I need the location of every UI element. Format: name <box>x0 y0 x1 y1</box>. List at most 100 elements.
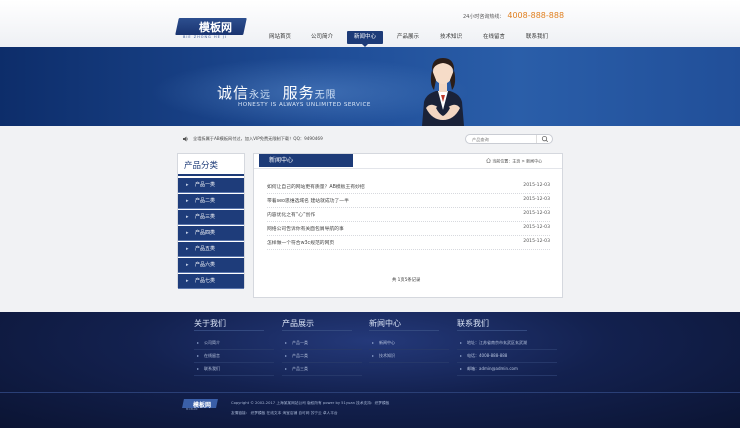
news-item[interactable]: 网络公司告诉你有关面包屑导航的事 2015-12-03 <box>267 222 550 236</box>
arrow-right-icon: ▸ <box>186 182 189 188</box>
nav-about[interactable]: 公司简介 <box>304 31 340 44</box>
footer-bottom: 模板网 MOBAN Copyright © 2002-2017 上海某某网站公司… <box>0 392 740 428</box>
site-footer: 关于我们 ▸ 公司简介 ▸ 在线留言 ▸ 联系我们 产品展示 ▸ 产品一类 ▸ 产品二类 … <box>0 312 740 428</box>
news-date: 2015-12-03 <box>523 211 550 216</box>
news-title[interactable]: 如何让自己的网站更有质量？AB模板王有妙招 <box>267 183 365 190</box>
arrow-right-icon: ▸ <box>285 340 288 345</box>
arrow-right-icon: ▸ <box>186 262 189 268</box>
footer-divider <box>282 330 352 331</box>
sidebar-item-label: 产品七类 <box>195 278 216 284</box>
arrow-right-icon: ▸ <box>186 230 189 236</box>
footer-link[interactable]: ▸ 产品一类 <box>282 338 362 350</box>
slogan-unlimited: 无限 <box>314 90 337 101</box>
news-tab[interactable]: 新闻中心 <box>259 154 353 167</box>
search-icon <box>541 135 549 143</box>
footer-link[interactable]: ▸ 新闻中心 <box>369 338 449 350</box>
sidebar-item-label: 产品一类 <box>195 182 216 188</box>
news-panel: 新闻中心 当前位置：主页 > 新闻中心 如何让自己的网站更有质量？AB模板王有妙… <box>253 153 563 298</box>
footer-contact-text: 电话：4008-888-888 <box>467 353 508 358</box>
footer-logo-subtext: MOBAN <box>186 408 198 411</box>
news-date: 2015-12-03 <box>523 197 550 202</box>
footer-link[interactable]: ▸ 技术知识 <box>369 351 449 363</box>
hotline-number: 4008-888-888 <box>507 11 565 20</box>
sidebar-item-category-2[interactable]: ▸ 产品二类 <box>178 194 244 209</box>
news-title[interactable]: 内容优化之有“心”创作 <box>267 211 315 218</box>
speaker-icon <box>183 136 189 142</box>
sidebar-item-label: 产品三类 <box>195 214 216 220</box>
sidebar-title-text: 产品分类 <box>184 161 219 171</box>
product-category-sidebar: 产品分类 ▸ 产品一类 ▸ 产品二类 ▸ 产品三类 ▸ 产品四类 ▸ 产品五类 ▸ 产品六类… <box>177 153 245 289</box>
slogan-service: 服务 <box>282 84 315 102</box>
news-title[interactable]: 网络公司告诉你有关面包屑导航的事 <box>267 225 344 232</box>
sidebar-item-category-1[interactable]: ▸ 产品一类 <box>178 178 244 193</box>
nav-message[interactable]: 在线留言 <box>476 31 512 44</box>
footer-col-title: 产品展示 <box>282 319 314 328</box>
slogan-honesty: 诚信 <box>217 84 250 102</box>
sidebar-item-category-6[interactable]: ▸ 产品六类 <box>178 258 244 273</box>
news-title[interactable]: 带着seo思维选域名 建站就成功了一半 <box>267 197 349 204</box>
banner-slogan: 诚信永远 服务无限 <box>217 82 337 103</box>
arrow-right-icon: ▸ <box>460 353 463 358</box>
arrow-right-icon: ▸ <box>186 214 189 220</box>
search-input[interactable] <box>472 136 534 143</box>
site-logo[interactable]: 模板网 BIE ZHONG HE JI <box>175 18 247 40</box>
slogan-always: 永远 <box>249 90 272 101</box>
footer-col-title: 新闻中心 <box>369 319 401 328</box>
footer-link[interactable]: ▸ 在线留言 <box>194 351 274 363</box>
sidebar-item-category-7[interactable]: ▸ 产品七类 <box>178 274 244 289</box>
news-item[interactable]: 怎样做一个符合w3c规范的网页 2015-12-03 <box>267 236 550 250</box>
footer-contact-text: 地址：江苏省南京市玄武区玄武湖 <box>467 340 527 345</box>
footer-link-text: 新闻中心 <box>379 340 395 345</box>
logo-text: 模板网 <box>199 21 232 34</box>
nav-news[interactable]: 新闻中心 <box>347 31 383 47</box>
home-icon <box>486 158 491 163</box>
footer-link[interactable]: ▸ 产品二类 <box>282 351 362 363</box>
footer-link[interactable]: ▸ 公司简介 <box>194 338 274 350</box>
hotline: 24小时咨询热线： 4008-888-888 <box>463 11 564 21</box>
news-title[interactable]: 怎样做一个符合w3c规范的网页 <box>267 239 334 246</box>
footer-divider <box>194 330 264 331</box>
arrow-right-icon: ▸ <box>372 353 375 358</box>
breadcrumb: 当前位置：主页 > 新闻中心 <box>486 158 542 165</box>
footer-link[interactable]: ▸ 联系我们 <box>194 364 274 376</box>
news-date: 2015-12-03 <box>523 239 550 244</box>
search-box <box>465 134 553 144</box>
customer-service-illustration <box>422 58 464 126</box>
footer-col-about: 关于我们 ▸ 公司简介 ▸ 在线留言 ▸ 联系我们 <box>194 318 274 376</box>
arrow-right-icon: ▸ <box>197 340 200 345</box>
nav-home[interactable]: 网站首页 <box>262 31 298 44</box>
footer-link-text: 联系我们 <box>204 366 220 371</box>
footer-contact-text: 邮箱：admin@admin.com <box>467 366 518 371</box>
footer-col-title: 关于我们 <box>194 319 226 328</box>
nav-products[interactable]: 产品展示 <box>390 31 426 44</box>
footer-link-text: 产品一类 <box>292 340 308 345</box>
sidebar-item-category-5[interactable]: ▸ 产品五类 <box>178 242 244 257</box>
footer-link[interactable]: ▸ 产品三类 <box>282 364 362 376</box>
search-button[interactable] <box>536 135 552 143</box>
friend-links[interactable]: 友情链接： 织梦模板 在线文本 淘宝店铺 自可网 苏宁云 卓人平台 <box>231 411 338 416</box>
nav-tech[interactable]: 技术知识 <box>433 31 469 44</box>
footer-link-text: 在线留言 <box>204 353 220 358</box>
arrow-right-icon: ▸ <box>197 353 200 358</box>
footer-logo[interactable]: 模板网 MOBAN <box>182 399 218 411</box>
arrow-right-icon: ▸ <box>186 198 189 204</box>
sidebar-item-category-4[interactable]: ▸ 产品四类 <box>178 226 244 241</box>
arrow-right-icon: ▸ <box>186 246 189 252</box>
arrow-right-icon: ▸ <box>372 340 375 345</box>
news-date: 2015-12-03 <box>523 183 550 188</box>
footer-col-title: 联系我们 <box>457 319 489 328</box>
news-item[interactable]: 如何让自己的网站更有质量？AB模板王有妙招 2015-12-03 <box>267 180 550 194</box>
footer-col-products: 产品展示 ▸ 产品一类 ▸ 产品二类 ▸ 产品三类 <box>282 318 362 376</box>
sidebar-item-label: 产品五类 <box>195 246 216 252</box>
footer-col-news: 新闻中心 ▸ 新闻中心 ▸ 技术知识 <box>369 318 449 363</box>
footer-contact-address: ▸ 地址：江苏省南京市玄武区玄武湖 <box>457 338 557 350</box>
footer-link-text: 技术知识 <box>379 353 395 358</box>
arrow-right-icon: ▸ <box>460 340 463 345</box>
nav-contact[interactable]: 联系我们 <box>519 31 555 44</box>
news-item[interactable]: 内容优化之有“心”创作 2015-12-03 <box>267 208 550 222</box>
breadcrumb-text: 当前位置：主页 > 新闻中心 <box>492 158 543 164</box>
pagination: 共 1页5条记录 <box>392 278 421 283</box>
news-item[interactable]: 带着seo思维选域名 建站就成功了一半 2015-12-03 <box>267 194 550 208</box>
sidebar-item-category-3[interactable]: ▸ 产品三类 <box>178 210 244 225</box>
footer-divider <box>457 330 527 331</box>
